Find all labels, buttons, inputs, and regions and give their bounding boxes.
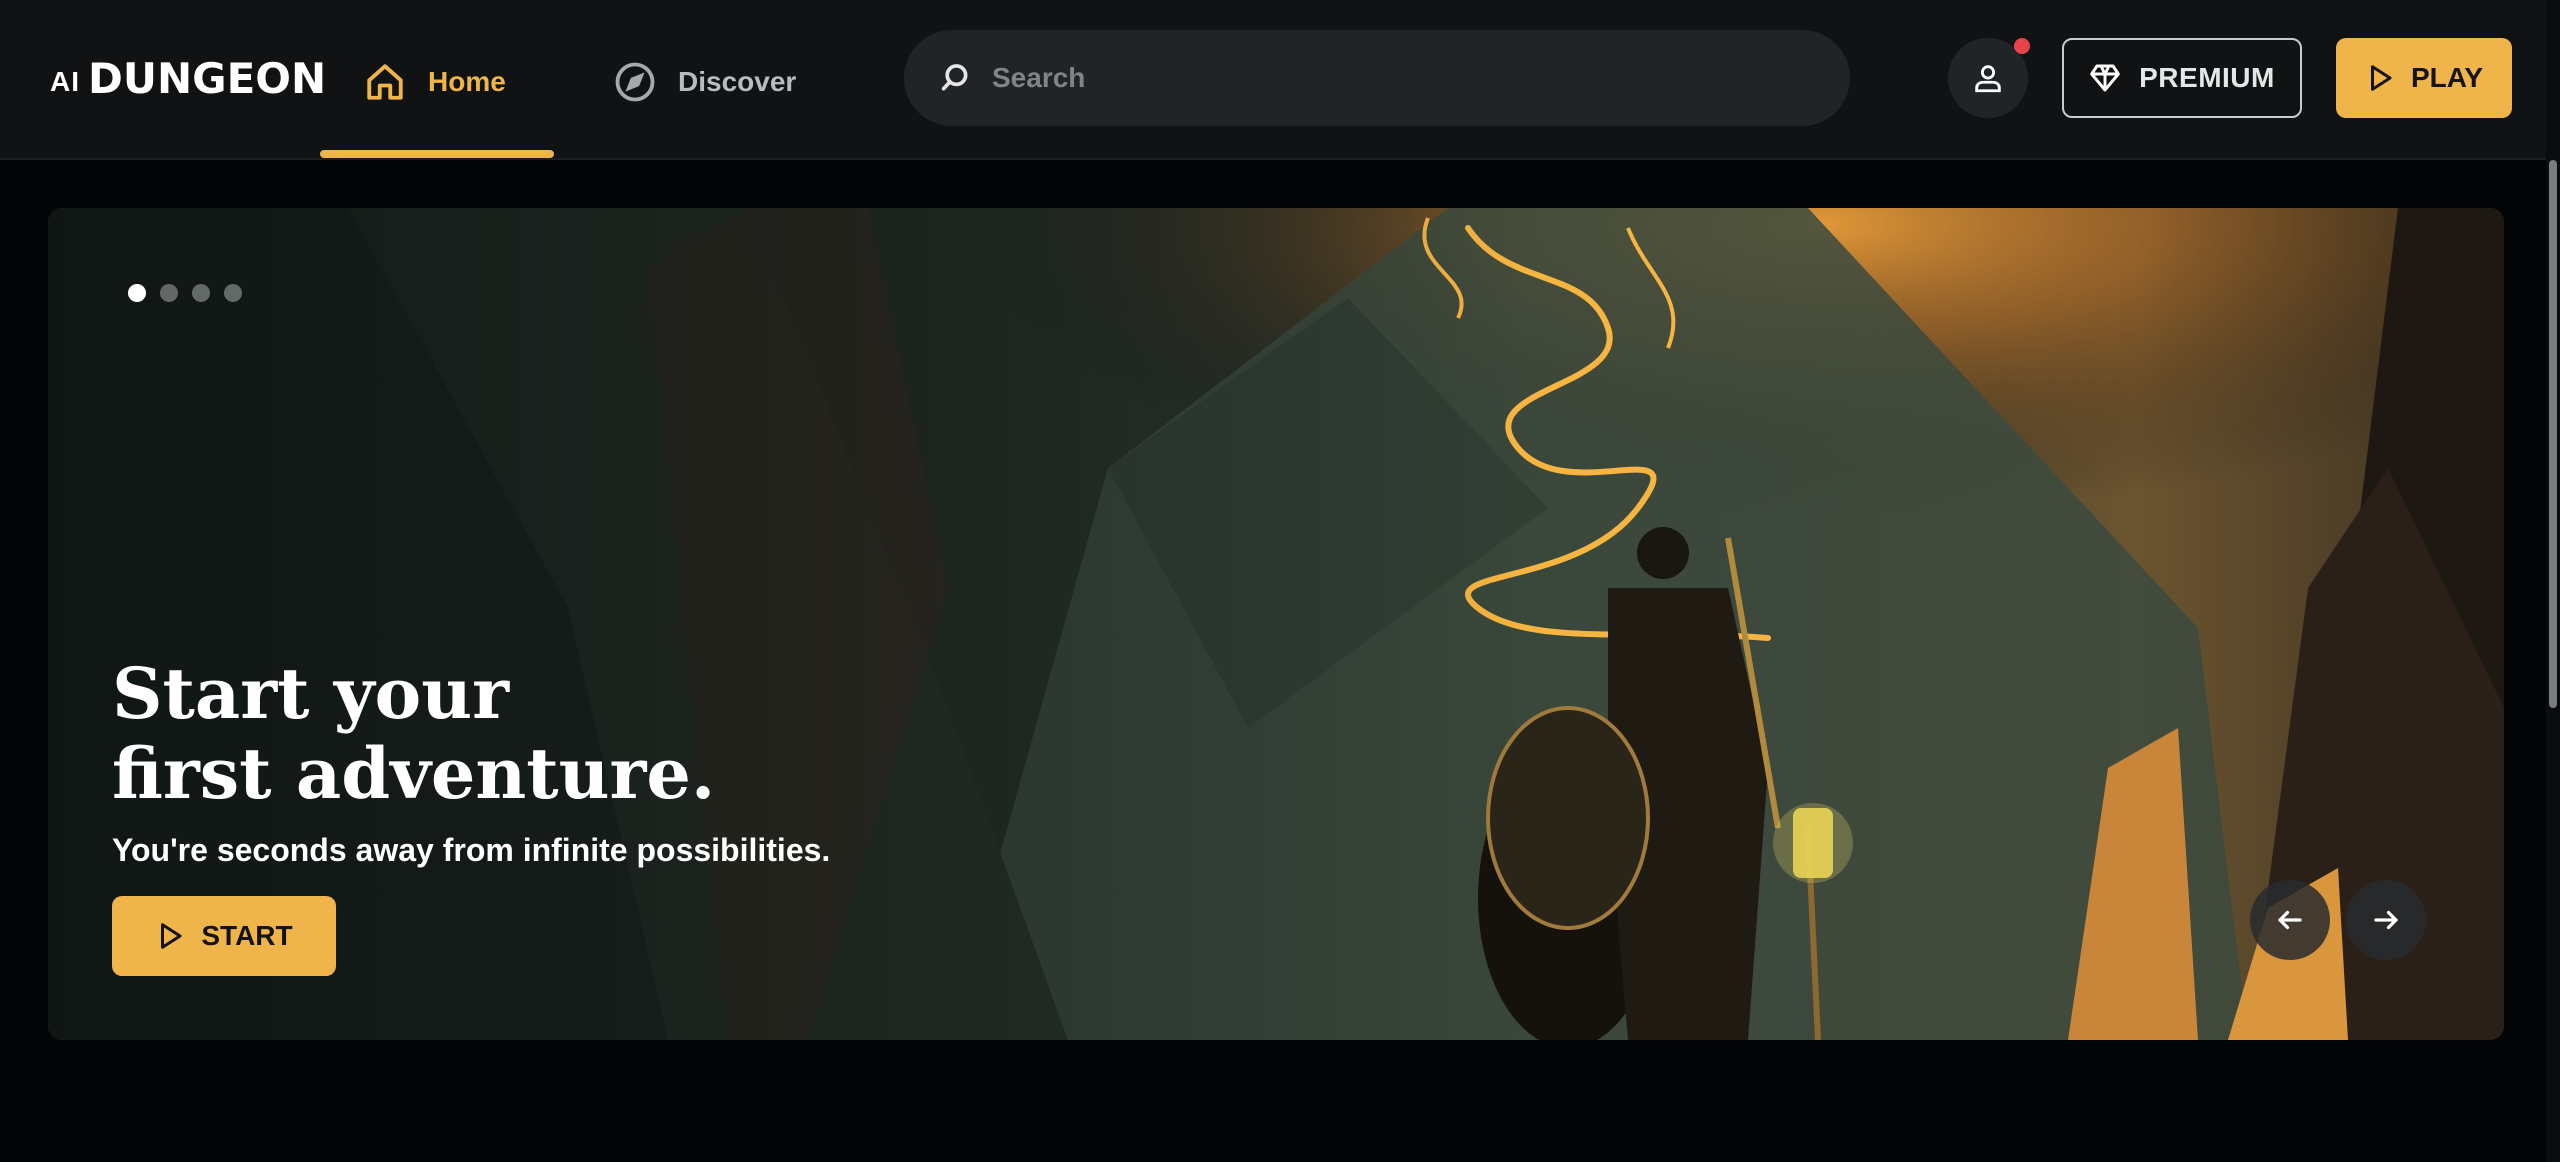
diamond-icon [2090, 64, 2120, 92]
scrollbar-thumb[interactable] [2549, 160, 2557, 708]
home-icon [367, 64, 403, 100]
start-button[interactable]: START [112, 896, 336, 976]
user-icon [1975, 65, 2001, 93]
logo[interactable]: AI DUNGEON [50, 56, 326, 100]
page-scrollbar[interactable] [2546, 0, 2560, 1162]
nav-active-indicator [320, 150, 554, 158]
nav-home-label: Home [428, 66, 506, 97]
hero-subtitle: You're seconds away from infinite possib… [112, 832, 831, 868]
play-icon [2370, 65, 2392, 91]
carousel-dot[interactable] [160, 284, 178, 302]
arrow-left-icon [2278, 910, 2302, 930]
carousel-indicators [128, 284, 242, 302]
nav-discover-label: Discover [678, 66, 797, 97]
play-button[interactable]: PLAY [2336, 38, 2512, 118]
arrow-right-icon [2374, 910, 2398, 930]
hero-title-line1: Start your [112, 652, 509, 735]
play-label: PLAY [2410, 62, 2484, 93]
search-icon [941, 64, 968, 91]
premium-button[interactable]: PREMIUM [2062, 38, 2302, 118]
carousel-dot[interactable] [192, 284, 210, 302]
carousel-dot[interactable] [224, 284, 242, 302]
notification-badge [2014, 38, 2030, 54]
start-label: START [201, 920, 293, 951]
premium-label: PREMIUM [2139, 62, 2275, 93]
play-icon [161, 923, 182, 949]
carousel-next-button[interactable] [2346, 880, 2426, 960]
compass-icon [615, 62, 655, 102]
logo-name: DUNGEON [88, 54, 327, 103]
nav-home[interactable]: Home [364, 54, 506, 110]
logo-prefix: AI [50, 66, 80, 97]
hero-title-line2: first adventure. [112, 732, 716, 815]
search-bar[interactable] [904, 30, 1850, 126]
top-bar: AI DUNGEON Home Discover Search PREMIUM … [0, 0, 2546, 158]
carousel-dot[interactable] [128, 284, 146, 302]
carousel-prev-button[interactable] [2250, 880, 2330, 960]
hero-banner: Start your first adventure. You're secon… [48, 208, 2504, 1040]
hero-illustration [48, 208, 2504, 1040]
search-input[interactable] [990, 61, 1850, 95]
hero-title: Start your first adventure. [112, 654, 715, 814]
nav-discover[interactable]: Discover [614, 54, 796, 110]
